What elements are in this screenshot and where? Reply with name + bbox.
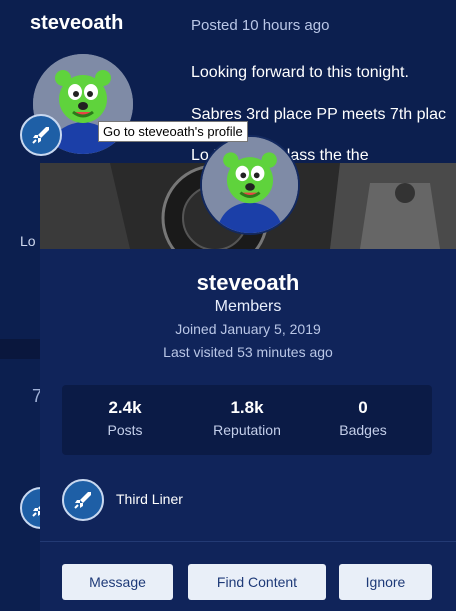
avatar-image: [202, 137, 298, 233]
stat-posts: 2.4k Posts: [70, 398, 180, 438]
stat-badges: 0 Badges: [308, 398, 418, 438]
profile-joined-date: Joined January 5, 2019: [175, 321, 321, 337]
rocket-icon: [74, 492, 91, 509]
stat-reputation-value: 1.8k: [230, 398, 264, 417]
message-button[interactable]: Message: [62, 564, 173, 600]
post-timestamp: Posted 10 hours ago: [191, 17, 330, 34]
post-line-1: Looking forward to this tonight.: [191, 64, 409, 81]
post-author-name[interactable]: steveoath: [30, 12, 123, 35]
profile-last-visited: Last visited 53 minutes ago: [163, 344, 333, 360]
rocket-icon: [32, 127, 49, 144]
post-divider: [0, 339, 40, 359]
rank-badge: [20, 114, 62, 156]
stat-badges-label: Badges: [339, 422, 387, 438]
stat-reputation-label: Reputation: [213, 422, 281, 438]
rank-icon-badge: [62, 479, 104, 521]
stat-reputation: 1.8k Reputation: [192, 398, 302, 438]
stat-posts-label: Posts: [107, 422, 143, 438]
card-divider: [40, 541, 456, 542]
profile-group: Members: [214, 298, 282, 315]
find-content-button[interactable]: Find Content: [188, 564, 326, 600]
profile-name[interactable]: steveoath: [40, 270, 456, 296]
stat-posts-value: 2.4k: [108, 398, 142, 417]
ignore-button[interactable]: Ignore: [339, 564, 432, 600]
profile-avatar[interactable]: [200, 135, 300, 235]
profile-stats: 2.4k Posts 1.8k Reputation 0 Badges: [62, 385, 432, 455]
stat-badges-value: 0: [358, 398, 368, 417]
post-fragment: Lo: [20, 233, 36, 249]
rank-title: Third Liner: [116, 491, 183, 507]
profile-tooltip: Go to steveoath's profile: [98, 121, 248, 142]
